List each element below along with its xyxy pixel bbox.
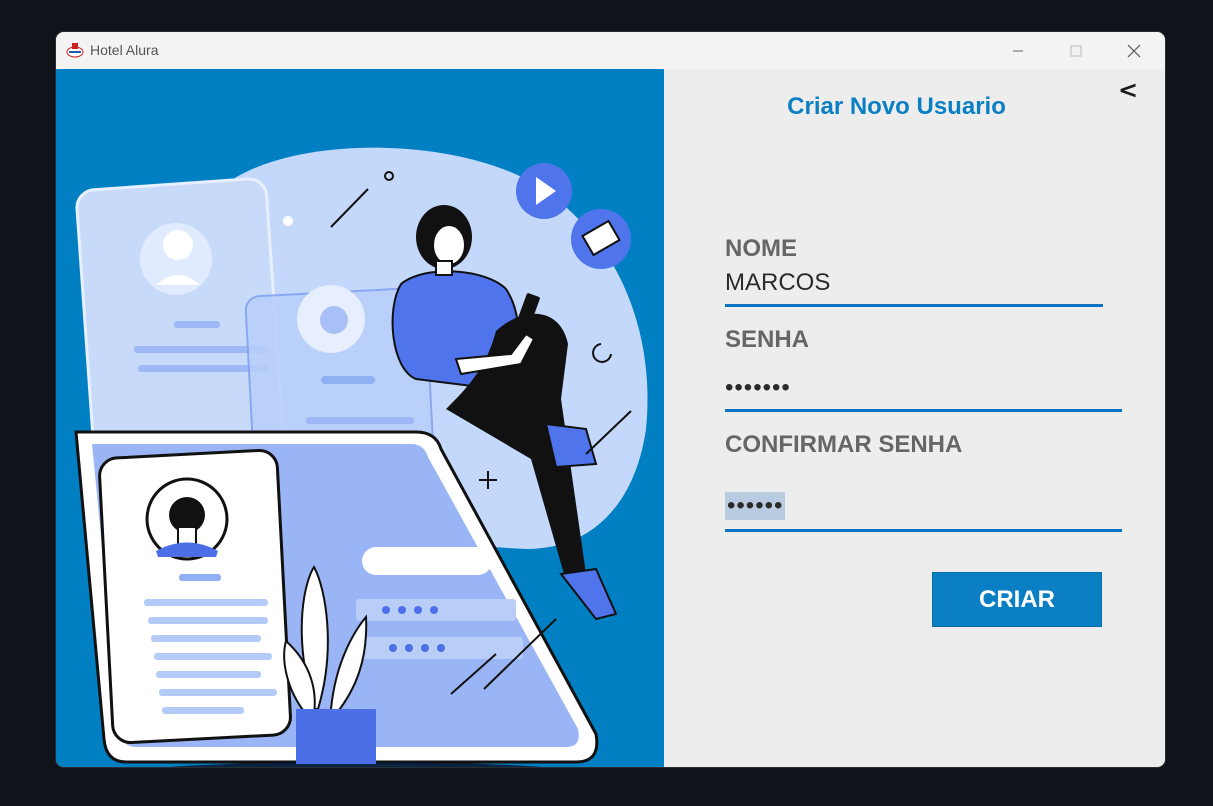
senha-input[interactable]: ••••••• [725,372,1122,412]
illustration-panel [56,69,664,767]
title-bar: Hotel Alura [56,32,1165,70]
form-panel: < Criar Novo Usuario NOME MARCOS SENHA •… [664,69,1165,767]
senha-value: ••••••• [725,374,791,401]
confirmar-senha-value: •••••• [725,492,786,520]
close-icon [1127,44,1141,57]
nome-input[interactable]: MARCOS [725,269,1103,307]
user-profile-illustration [74,147,648,767]
hotel-logo-icon [66,43,84,58]
nome-label: NOME [725,235,797,262]
page-title: Criar Novo Usuario [787,93,1006,120]
app-window: Hotel Alura < Criar Novo Usuario NOME MA… [56,32,1165,767]
maximize-button[interactable] [1053,32,1099,69]
window-title: Hotel Alura [90,42,159,58]
close-button[interactable] [1111,32,1157,69]
confirmar-senha-input[interactable]: •••••• [725,492,1122,532]
confirmar-senha-label: CONFIRMAR SENHA [725,431,963,458]
minimize-icon [1013,50,1023,51]
nome-value: MARCOS [725,269,831,296]
criar-button[interactable]: CRIAR [932,572,1102,627]
maximize-icon [1070,45,1082,56]
minimize-button[interactable] [995,32,1041,69]
senha-label: SENHA [725,326,810,353]
